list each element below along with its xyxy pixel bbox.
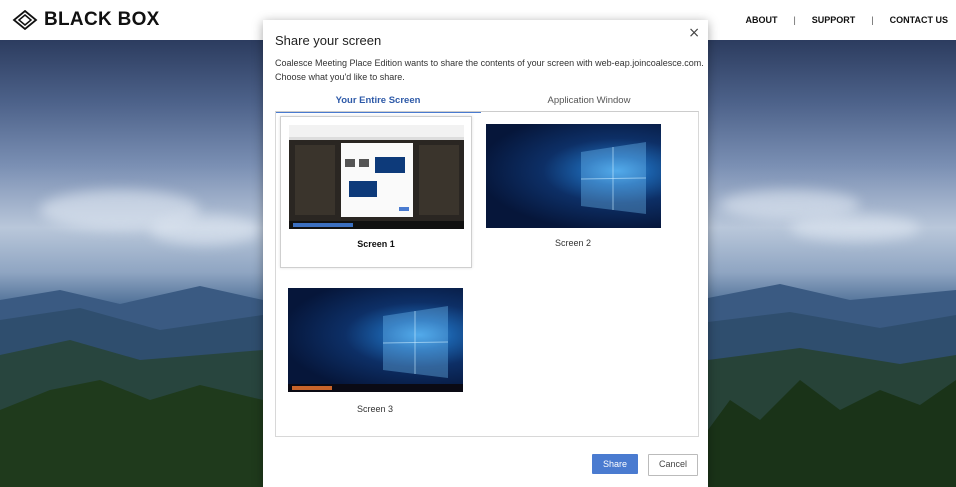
nav-divider: | bbox=[793, 15, 796, 25]
close-icon[interactable]: × bbox=[688, 26, 700, 40]
share-screen-dialog: × Share your screen Coalesce Meeting Pla… bbox=[263, 20, 708, 487]
screen-1-label: Screen 1 bbox=[357, 239, 395, 249]
screen-3-label: Screen 3 bbox=[356, 404, 394, 414]
dialog-title: Share your screen bbox=[275, 33, 382, 48]
tab-entire-screen[interactable]: Your Entire Screen bbox=[275, 93, 481, 113]
nav-about[interactable]: ABOUT bbox=[745, 15, 777, 25]
share-button[interactable]: Share bbox=[592, 454, 638, 474]
screen-option-2[interactable]: Screen 2 bbox=[478, 116, 668, 266]
top-nav: ABOUT | SUPPORT | CONTACT US bbox=[745, 15, 948, 25]
nav-divider: | bbox=[871, 15, 874, 25]
black-box-logo-icon bbox=[12, 10, 38, 30]
screen-option-1[interactable]: Screen 1 bbox=[280, 116, 472, 268]
screen-1-thumbnail bbox=[289, 125, 464, 229]
screen-option-3[interactable]: Screen 3 bbox=[280, 280, 470, 430]
tab-application-window[interactable]: Application Window bbox=[481, 93, 697, 111]
screen-list: Screen 1 Screen 2 Screen 3 bbox=[275, 111, 699, 437]
brand-name: BLACK BOX bbox=[44, 9, 160, 30]
brand-logo[interactable]: BLACK BOX bbox=[12, 9, 160, 31]
screen-3-thumbnail bbox=[288, 288, 463, 392]
dialog-description: Coalesce Meeting Place Edition wants to … bbox=[275, 58, 704, 82]
nav-contact-us[interactable]: CONTACT US bbox=[890, 15, 948, 25]
screen-2-label: Screen 2 bbox=[554, 238, 592, 248]
nav-support[interactable]: SUPPORT bbox=[812, 15, 856, 25]
share-source-tabs: Your Entire Screen Application Window bbox=[275, 93, 697, 113]
cancel-button[interactable]: Cancel bbox=[648, 454, 698, 476]
screen-2-thumbnail bbox=[486, 124, 661, 228]
